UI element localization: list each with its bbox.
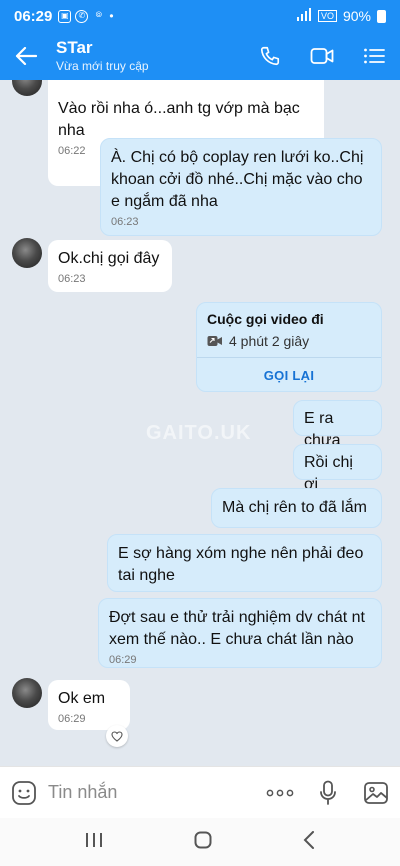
voice-call-button[interactable]: [244, 32, 296, 80]
vowifi-icon: VO: [317, 10, 337, 22]
image-icon: [364, 781, 388, 804]
message-time: 06:29: [58, 713, 86, 725]
message-outgoing[interactable]: Mà chị rên to đã lắm: [211, 488, 382, 528]
call-duration: 4 phút 2 giây: [229, 333, 310, 349]
chat-header: STar Vừa mới truy cập: [0, 32, 400, 80]
message-outgoing[interactable]: E sợ hàng xóm nghe nên phải đeo tai nghe: [107, 534, 382, 592]
message-outgoing[interactable]: Rồi chị ơi: [293, 444, 382, 493]
chat-area[interactable]: Vào rồi nha ó...anh tg vớp mà bạc nha 06…: [0, 80, 400, 766]
message-outgoing[interactable]: Đợt sau e thử trải nghiệm dv chát nt xem…: [98, 598, 382, 668]
contact-name: STar: [56, 38, 93, 57]
sticker-icon: [12, 780, 36, 805]
sticker-button[interactable]: [0, 767, 48, 819]
home-icon: [194, 831, 212, 848]
message-text: Đợt sau e thử trải nghiệm dv chát nt xem…: [109, 609, 365, 648]
message-time: 06:23: [58, 273, 86, 285]
message-input[interactable]: Tin nhắn: [48, 782, 256, 803]
status-bar: 06:29 ▣ ✆ ⦾ • VO 90%: [0, 0, 400, 32]
contact-status: Vừa mới truy cập: [56, 59, 149, 73]
heart-icon: [111, 730, 123, 742]
system-nav-bar: [0, 818, 400, 866]
contact-info[interactable]: STar Vừa mới truy cập: [52, 38, 244, 74]
list-menu-icon: [364, 48, 385, 64]
dot-icon: •: [109, 9, 114, 23]
message-text: Vào rồi nha ó...anh tg vớp mà bạc nha: [58, 100, 300, 139]
message-time: 06:29: [109, 654, 137, 666]
nav-back-icon: [303, 830, 314, 849]
messenger-notification-icon: ✆: [75, 9, 89, 23]
contact-avatar[interactable]: [12, 80, 42, 96]
battery-percent: 90%: [342, 8, 371, 24]
more-dots-icon: [266, 789, 294, 796]
menu-button[interactable]: [348, 32, 400, 80]
message-outgoing[interactable]: E ra chưa: [293, 400, 382, 449]
message-incoming[interactable]: Ok.chị gọi đây 06:23: [48, 240, 172, 292]
contact-avatar[interactable]: [12, 238, 42, 268]
nav-back-button[interactable]: [303, 830, 315, 854]
recent-apps-button[interactable]: [85, 832, 103, 853]
contact-avatar[interactable]: [12, 678, 42, 708]
recent-apps-icon: [86, 832, 103, 847]
battery-icon: [377, 9, 386, 23]
message-text: Ok.chị gọi đây: [58, 250, 160, 267]
call-title: Cuộc gọi video đi: [207, 311, 324, 327]
status-time: 06:29: [14, 7, 53, 25]
message-input-bar: Tin nhắn: [0, 766, 400, 818]
signal-icon: [296, 8, 312, 24]
voice-button[interactable]: [304, 767, 352, 819]
message-time: 06:23: [111, 216, 139, 228]
reaction-button[interactable]: [106, 725, 128, 747]
more-button[interactable]: [256, 767, 304, 819]
wifi-call-icon: ⦾: [95, 9, 103, 19]
video-call-card: Cuộc gọi video đi 4 phút 2 giây GỌI LẠI: [196, 302, 382, 392]
notification-icons: ▣ ✆ ⦾ •: [58, 9, 114, 23]
message-text: À. Chị có bộ coplay ren lưới ko..Chị kho…: [111, 149, 364, 210]
video-call-button[interactable]: [296, 32, 348, 80]
message-text: Ok em: [58, 690, 106, 707]
video-camera-icon: [310, 48, 334, 64]
video-call-out-icon: [207, 336, 222, 346]
home-button[interactable]: [194, 831, 212, 854]
call-duration-row: 4 phút 2 giây: [207, 333, 309, 349]
microphone-icon: [320, 780, 336, 805]
back-button[interactable]: [0, 32, 52, 80]
message-text: Mà chị rên to đã lắm: [222, 499, 367, 516]
message-outgoing[interactable]: À. Chị có bộ coplay ren lưới ko..Chị kho…: [100, 138, 382, 236]
phone-icon: [260, 46, 280, 66]
message-text: E sợ hàng xóm nghe nên phải đeo tai nghe: [118, 545, 364, 584]
gallery-button[interactable]: [352, 767, 400, 819]
back-arrow-icon: [15, 47, 37, 65]
message-incoming[interactable]: Ok em 06:29: [48, 680, 130, 730]
watermark: GAITO.UK: [146, 422, 252, 444]
gallery-notification-icon: ▣: [58, 9, 72, 23]
call-back-button[interactable]: GỌI LẠI: [197, 358, 381, 392]
